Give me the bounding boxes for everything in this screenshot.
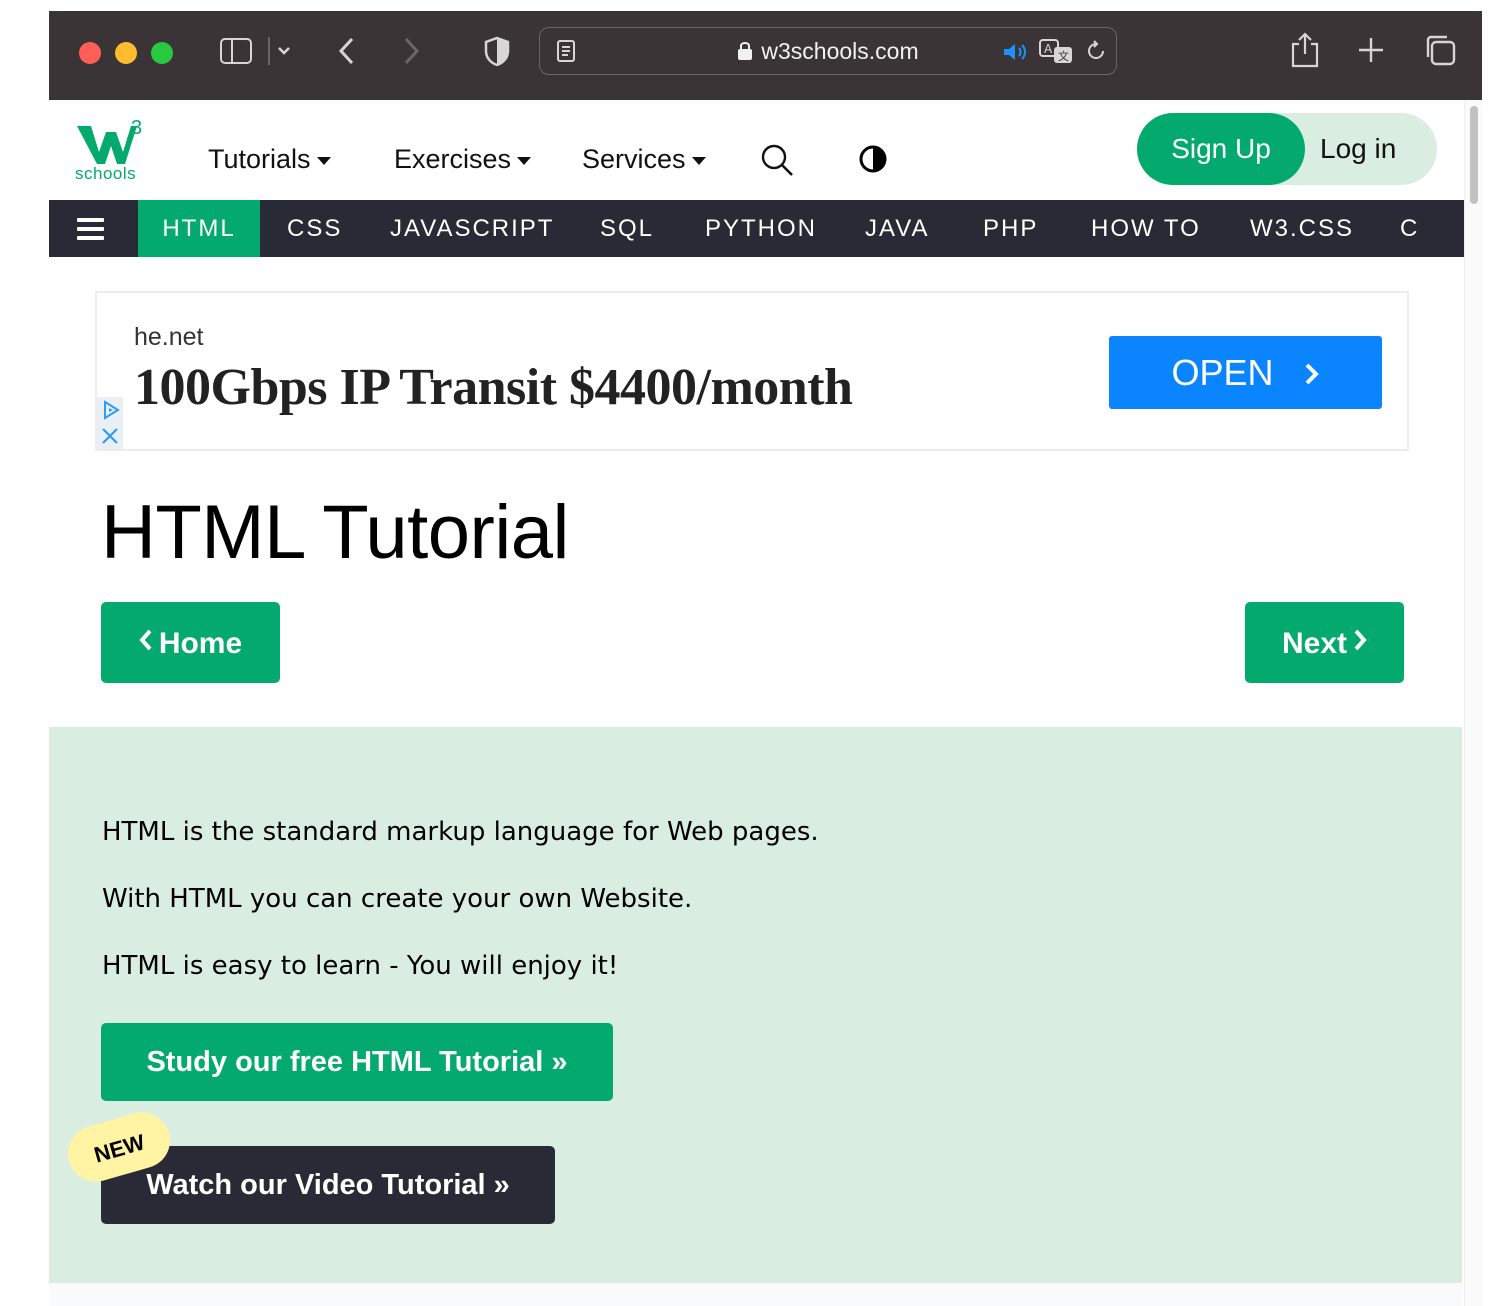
ad-choices[interactable] bbox=[97, 397, 123, 449]
intro-line-3: HTML is easy to learn - You will enjoy i… bbox=[102, 951, 619, 981]
topic-php[interactable]: PHP bbox=[983, 200, 1038, 257]
home-label: Home bbox=[158, 627, 243, 660]
study-tutorial-button[interactable]: Study our free HTML Tutorial » bbox=[101, 1023, 613, 1101]
page-title: HTML Tutorial bbox=[101, 490, 569, 575]
topic-navbar: HTML CSS JAVASCRIPT SQL PYTHON JAVA PHP … bbox=[49, 200, 1464, 257]
translate-icon[interactable]: A文 bbox=[1038, 38, 1074, 70]
sidebar-toggle-icon[interactable] bbox=[220, 38, 252, 64]
share-icon[interactable] bbox=[1290, 31, 1320, 73]
log-in-button[interactable]: Log in bbox=[1320, 113, 1396, 185]
services-menu[interactable]: Services bbox=[582, 144, 706, 175]
zoom-window-button[interactable] bbox=[151, 42, 173, 64]
chevron-right-icon bbox=[1304, 337, 1320, 410]
ad-open-button[interactable]: OPEN bbox=[1109, 336, 1382, 409]
sign-up-button[interactable]: Sign Up bbox=[1137, 113, 1305, 185]
ad-open-label: OPEN bbox=[1171, 352, 1274, 393]
logo-superscript: 3 bbox=[131, 118, 142, 139]
chevron-down-icon[interactable] bbox=[267, 35, 307, 71]
topic-how-to[interactable]: HOW TO bbox=[1091, 200, 1201, 257]
intro-section: HTML is the standard markup language for… bbox=[49, 727, 1462, 1283]
caret-down-icon bbox=[517, 156, 532, 165]
topic-python[interactable]: PYTHON bbox=[705, 200, 817, 257]
dark-mode-toggle-icon[interactable] bbox=[858, 144, 888, 178]
services-label: Services bbox=[582, 144, 686, 174]
browser-window: w3schools.com A文 3 schools Tutorials Exe… bbox=[49, 11, 1482, 1306]
address-bar[interactable]: w3schools.com A文 bbox=[539, 27, 1117, 75]
watch-video-button[interactable]: Watch our Video Tutorial » bbox=[101, 1146, 555, 1224]
advertisement[interactable]: he.net 100Gbps IP Transit $4400/month OP… bbox=[95, 291, 1409, 451]
exercises-menu[interactable]: Exercises bbox=[394, 144, 532, 175]
topic-javascript[interactable]: JAVASCRIPT bbox=[390, 200, 554, 257]
ad-close-icon[interactable] bbox=[101, 427, 119, 449]
back-icon[interactable] bbox=[335, 35, 359, 71]
privacy-shield-icon[interactable] bbox=[483, 35, 511, 71]
topic-html[interactable]: HTML bbox=[138, 200, 260, 257]
ad-domain: he.net bbox=[134, 323, 204, 351]
home-button[interactable]: Home bbox=[101, 602, 280, 683]
browser-toolbar: w3schools.com A文 bbox=[49, 11, 1482, 100]
page-footer-strip bbox=[49, 1283, 1462, 1306]
minimize-window-button[interactable] bbox=[115, 42, 137, 64]
audio-playing-icon[interactable] bbox=[1002, 40, 1030, 68]
scrollbar-thumb[interactable] bbox=[1470, 106, 1478, 204]
search-icon[interactable] bbox=[759, 142, 795, 182]
chevron-right-icon bbox=[1353, 602, 1367, 683]
lock-icon bbox=[737, 40, 753, 67]
new-tab-icon[interactable] bbox=[1357, 36, 1385, 68]
logo-wordmark: schools bbox=[75, 164, 137, 183]
close-window-button[interactable] bbox=[79, 42, 101, 64]
next-label: Next bbox=[1281, 627, 1348, 660]
vertical-scrollbar[interactable] bbox=[1464, 100, 1482, 1306]
ad-headline[interactable]: 100Gbps IP Transit $4400/month bbox=[134, 358, 853, 417]
topic-sql[interactable]: SQL bbox=[600, 200, 654, 257]
hamburger-menu-icon[interactable] bbox=[77, 218, 104, 240]
auth-buttons: Sign Up Log in bbox=[1137, 113, 1437, 185]
chevron-left-icon bbox=[139, 602, 153, 683]
caret-down-icon bbox=[691, 156, 706, 165]
svg-text:文: 文 bbox=[1058, 49, 1069, 63]
intro-line-2: With HTML you can create your own Websit… bbox=[102, 884, 693, 914]
caret-down-icon bbox=[316, 156, 331, 165]
exercises-label: Exercises bbox=[394, 144, 512, 174]
topic-w3css[interactable]: W3.CSS bbox=[1250, 200, 1354, 257]
tutorials-label: Tutorials bbox=[208, 144, 311, 174]
next-button[interactable]: Next bbox=[1245, 602, 1404, 683]
adchoices-icon[interactable] bbox=[101, 400, 121, 424]
topic-c[interactable]: C bbox=[1400, 200, 1419, 257]
intro-line-1: HTML is the standard markup language for… bbox=[102, 817, 819, 847]
url-label: w3schools.com bbox=[761, 38, 919, 64]
svg-text:A: A bbox=[1044, 42, 1053, 56]
topic-java[interactable]: JAVA bbox=[865, 200, 929, 257]
w3schools-logo[interactable]: 3 bbox=[75, 117, 149, 170]
tab-overview-icon[interactable] bbox=[1423, 33, 1457, 71]
forward-icon[interactable] bbox=[399, 35, 423, 71]
topic-css[interactable]: CSS bbox=[287, 200, 342, 257]
tutorials-menu[interactable]: Tutorials bbox=[208, 144, 331, 175]
reload-icon[interactable] bbox=[1084, 39, 1108, 67]
site-header: 3 schools Tutorials Exercises Services S… bbox=[49, 100, 1464, 200]
